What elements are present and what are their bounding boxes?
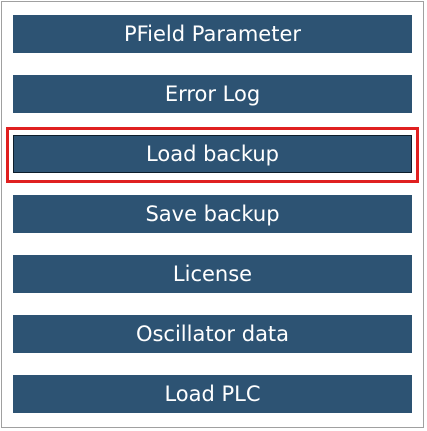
pfield-parameter-button[interactable]: PField Parameter bbox=[13, 15, 412, 53]
license-button[interactable]: License bbox=[13, 255, 412, 293]
load-backup-button[interactable]: Load backup bbox=[13, 135, 412, 173]
save-backup-button[interactable]: Save backup bbox=[13, 195, 412, 233]
oscillator-data-button[interactable]: Oscillator data bbox=[13, 315, 412, 353]
error-log-button[interactable]: Error Log bbox=[13, 75, 412, 113]
load-plc-button[interactable]: Load PLC bbox=[13, 375, 412, 413]
